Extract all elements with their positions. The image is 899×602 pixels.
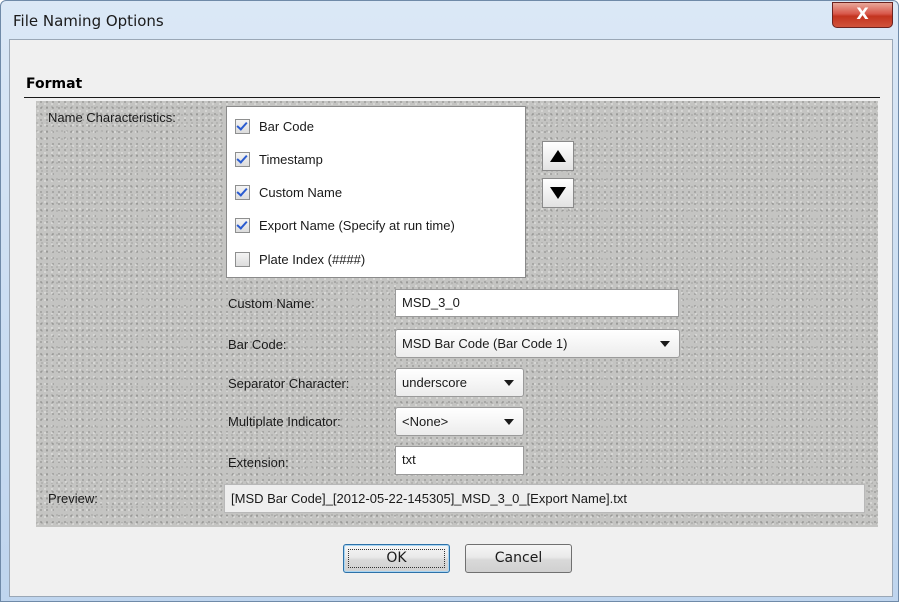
title-bar[interactable]: File Naming Options X (1, 1, 898, 39)
checkbox-label: Bar Code (259, 118, 314, 134)
multiplate-value: <None> (402, 414, 449, 429)
extension-input[interactable]: txt (395, 446, 524, 475)
move-down-button[interactable] (542, 178, 574, 208)
checkbox-bar-code[interactable] (235, 118, 250, 134)
multiplate-select[interactable]: <None> (395, 407, 524, 436)
extension-label: Extension: (228, 455, 289, 470)
bar-code-value: MSD Bar Code (Bar Code 1) (402, 336, 568, 351)
close-button[interactable]: X (832, 2, 893, 28)
preview-field: [MSD Bar Code]_[2012-05-22-145305]_MSD_3… (224, 484, 865, 513)
chevron-down-icon (504, 380, 514, 386)
custom-name-label: Custom Name: (228, 296, 315, 311)
ok-button[interactable]: OK (343, 544, 450, 573)
list-item-plate-index[interactable]: Plate Index (####) (235, 249, 365, 269)
bar-code-select[interactable]: MSD Bar Code (Bar Code 1) (395, 329, 680, 358)
triangle-up-icon (550, 150, 566, 162)
list-item-custom-name[interactable]: Custom Name (235, 182, 342, 202)
checkbox-label: Plate Index (####) (259, 251, 366, 267)
move-up-button[interactable] (542, 141, 574, 171)
custom-name-input[interactable]: MSD_3_0 (395, 289, 679, 317)
checkbox-timestamp[interactable] (235, 151, 250, 167)
section-title: Format (26, 76, 83, 92)
separator-select[interactable]: underscore (395, 368, 524, 397)
checkbox-label: Timestamp (259, 151, 323, 167)
checkbox-custom-name[interactable] (235, 184, 250, 200)
name-characteristics-label: Name Characteristics: (48, 110, 176, 125)
focus-rect (348, 549, 445, 568)
name-characteristics-list: Bar Code Timestamp Custom Name Export Na… (226, 106, 526, 278)
bar-code-label: Bar Code: (228, 337, 287, 352)
checkbox-export-name[interactable] (235, 217, 250, 233)
preview-label: Preview: (48, 491, 98, 506)
cancel-label: Cancel (494, 550, 543, 566)
triangle-down-icon (550, 187, 566, 199)
window-title: File Naming Options (13, 12, 164, 30)
list-item-export-name[interactable]: Export Name (Specify at run time) (235, 215, 455, 235)
chevron-down-icon (504, 419, 514, 425)
close-icon: X (856, 4, 869, 23)
list-item-bar-code[interactable]: Bar Code (235, 116, 314, 136)
chevron-down-icon (660, 341, 670, 347)
list-item-timestamp[interactable]: Timestamp (235, 149, 323, 169)
checkbox-plate-index[interactable] (235, 251, 250, 267)
checkbox-label: Export Name (Specify at run time) (259, 217, 455, 233)
multiplate-label: Multiplate Indicator: (228, 414, 341, 429)
separator-label: Separator Character: (228, 376, 350, 391)
checkbox-label: Custom Name (259, 184, 343, 200)
separator-value: underscore (402, 375, 468, 390)
cancel-button[interactable]: Cancel (465, 544, 572, 573)
section-divider (24, 97, 880, 98)
